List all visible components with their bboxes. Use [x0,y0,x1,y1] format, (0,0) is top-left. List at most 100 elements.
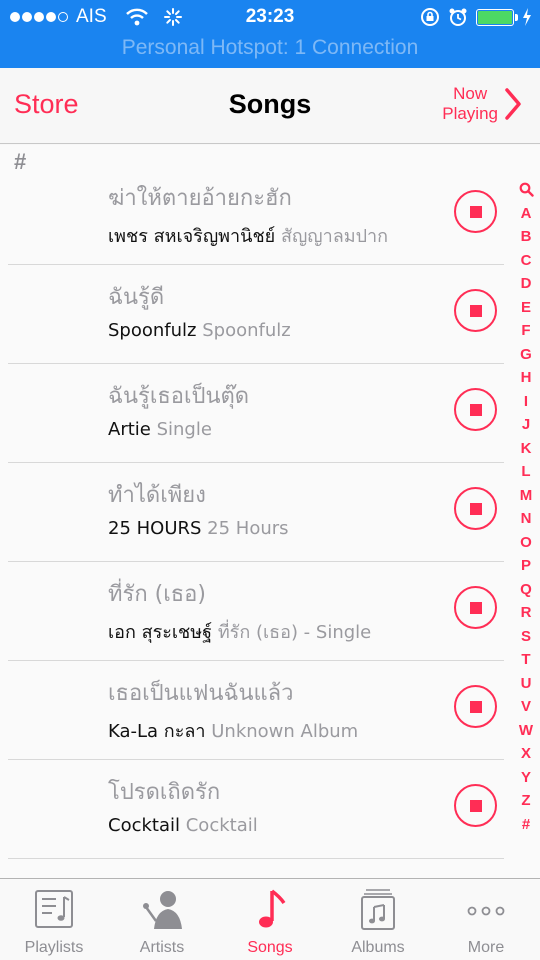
index-letter[interactable]: Q [520,578,532,602]
status-bar: AIS 23:23 Personal Hotspot: 1 Connection [0,0,540,68]
index-letter[interactable]: E [521,296,531,320]
index-letter[interactable]: K [521,437,532,461]
music-note-icon [259,889,286,928]
song-artist: Artie [108,419,151,440]
song-artist: เอก สุระเชษฐ์ [108,622,213,643]
song-title: ทำได้เพียง [108,483,206,508]
index-letter[interactable]: # [522,813,530,837]
song-row[interactable]: เธอเป็นแฟนฉันแล้ว Ka-La กะลา Unknown Alb… [0,661,540,760]
song-artist: Cocktail [108,815,180,836]
tab-artists[interactable]: Artists [108,879,216,960]
index-letter[interactable]: Z [521,789,530,813]
song-title: ฆ่าให้ตายอ้ายกะฮัก [108,186,292,211]
stop-download-button[interactable] [454,190,497,233]
tab-songs[interactable]: Songs [216,879,324,960]
rotation-lock-icon [421,8,439,26]
index-letter[interactable]: H [521,366,532,390]
song-album: สัญญาลมปาก [280,226,389,247]
albums-icon [361,889,395,930]
song-artist: 25 HOURS [108,518,202,539]
stop-download-button[interactable] [454,487,497,530]
artists-icon [143,891,182,929]
song-title: ฉันรู้เธอเป็นตุ๊ด [108,384,250,409]
song-row[interactable]: ฉันรู้ดี Spoonfulz Spoonfulz [0,265,540,364]
stop-download-button[interactable] [454,289,497,332]
section-index[interactable]: A B C D E F G H I J K L M N O P Q R S T … [517,178,535,836]
index-letter[interactable]: A [521,202,532,226]
tab-more[interactable]: More [432,879,540,960]
song-row[interactable]: โปรดเถิดรัก Cocktail Cocktail [0,760,540,859]
song-row[interactable]: ที่รัก (เธอ) เอก สุระเชษฐ์ ที่รัก (เธอ) … [0,562,540,661]
tab-playlists[interactable]: Playlists [0,879,108,960]
index-letter[interactable]: N [521,507,532,531]
store-button[interactable]: Store [14,89,79,120]
tab-bar: Playlists Artists Songs Albums More [0,878,540,960]
song-title: โปรดเถิดรัก [108,780,221,805]
song-album: Spoonfulz [202,320,291,341]
index-letter[interactable]: D [521,272,532,296]
stop-download-button[interactable] [454,586,497,629]
now-playing-label-line1: Now [453,84,488,103]
song-row[interactable]: ทำได้เพียง 25 HOURS 25 Hours [0,463,540,562]
index-letter[interactable]: R [521,601,532,625]
search-icon [519,182,534,197]
stop-icon [470,602,482,614]
index-search[interactable] [519,178,534,202]
tab-label: Songs [247,939,293,956]
index-letter[interactable]: V [521,695,531,719]
tab-label: Playlists [24,939,84,956]
index-letter[interactable]: Y [521,766,531,790]
more-icon [467,906,505,916]
index-letter[interactable]: G [520,343,532,367]
song-row[interactable]: ฉันรู้เธอเป็นตุ๊ด Artie Single [0,364,540,463]
song-artist: Spoonfulz [108,320,197,341]
tab-label: Albums [351,939,405,956]
index-letter[interactable]: M [520,484,533,508]
song-album: ที่รัก (เธอ) - Single [217,622,372,643]
index-letter[interactable]: B [521,225,532,249]
songs-list[interactable]: # ฆ่าให้ตายอ้ายกะฮัก เพชร สหเจริญพานิชย์… [0,145,540,878]
personal-hotspot-banner[interactable]: Personal Hotspot: 1 Connection [0,36,540,60]
song-album: Single [156,419,212,440]
chevron-right-icon [505,88,521,120]
index-letter[interactable]: C [521,249,532,273]
index-letter[interactable]: U [521,672,532,696]
song-title: ที่รัก (เธอ) [108,582,206,607]
index-letter[interactable]: P [521,554,531,578]
index-letter[interactable]: J [522,413,530,437]
now-playing-label-line2: Playing [442,104,498,123]
navigation-bar: Store Songs Now Playing [0,68,540,144]
tab-albums[interactable]: Albums [324,879,432,960]
stop-icon [470,503,482,515]
row-divider [8,858,504,859]
song-title: เธอเป็นแฟนฉันแล้ว [108,681,294,706]
song-artist: เพชร สหเจริญพานิชย์ [108,226,276,247]
index-letter[interactable]: W [519,719,533,743]
index-letter[interactable]: O [520,531,532,555]
index-letter[interactable]: X [521,742,531,766]
song-row[interactable]: ฆ่าให้ตายอ้ายกะฮัก เพชร สหเจริญพานิชย์ ส… [0,166,540,265]
song-title: ฉันรู้ดี [108,285,165,310]
song-album: 25 Hours [207,518,289,539]
music-app-screen: AIS 23:23 Personal Hotspot: 1 Connection… [0,0,540,960]
index-letter[interactable]: T [521,648,530,672]
stop-icon [470,404,482,416]
alarm-icon [449,8,467,26]
playlists-icon [35,890,73,928]
stop-icon [470,800,482,812]
stop-download-button[interactable] [454,784,497,827]
tab-label: More [467,939,505,956]
index-letter[interactable]: F [521,319,530,343]
stop-icon [470,701,482,713]
index-letter[interactable]: S [521,625,531,649]
song-album: Cocktail [185,815,258,836]
stop-icon [470,206,482,218]
stop-icon [470,305,482,317]
index-letter[interactable]: I [524,390,528,414]
stop-download-button[interactable] [454,685,497,728]
tab-label: Artists [139,939,185,956]
stop-download-button[interactable] [454,388,497,431]
now-playing-button[interactable]: Now Playing [442,84,522,124]
index-letter[interactable]: L [521,460,530,484]
song-artist: Ka-La กะลา [108,721,206,742]
